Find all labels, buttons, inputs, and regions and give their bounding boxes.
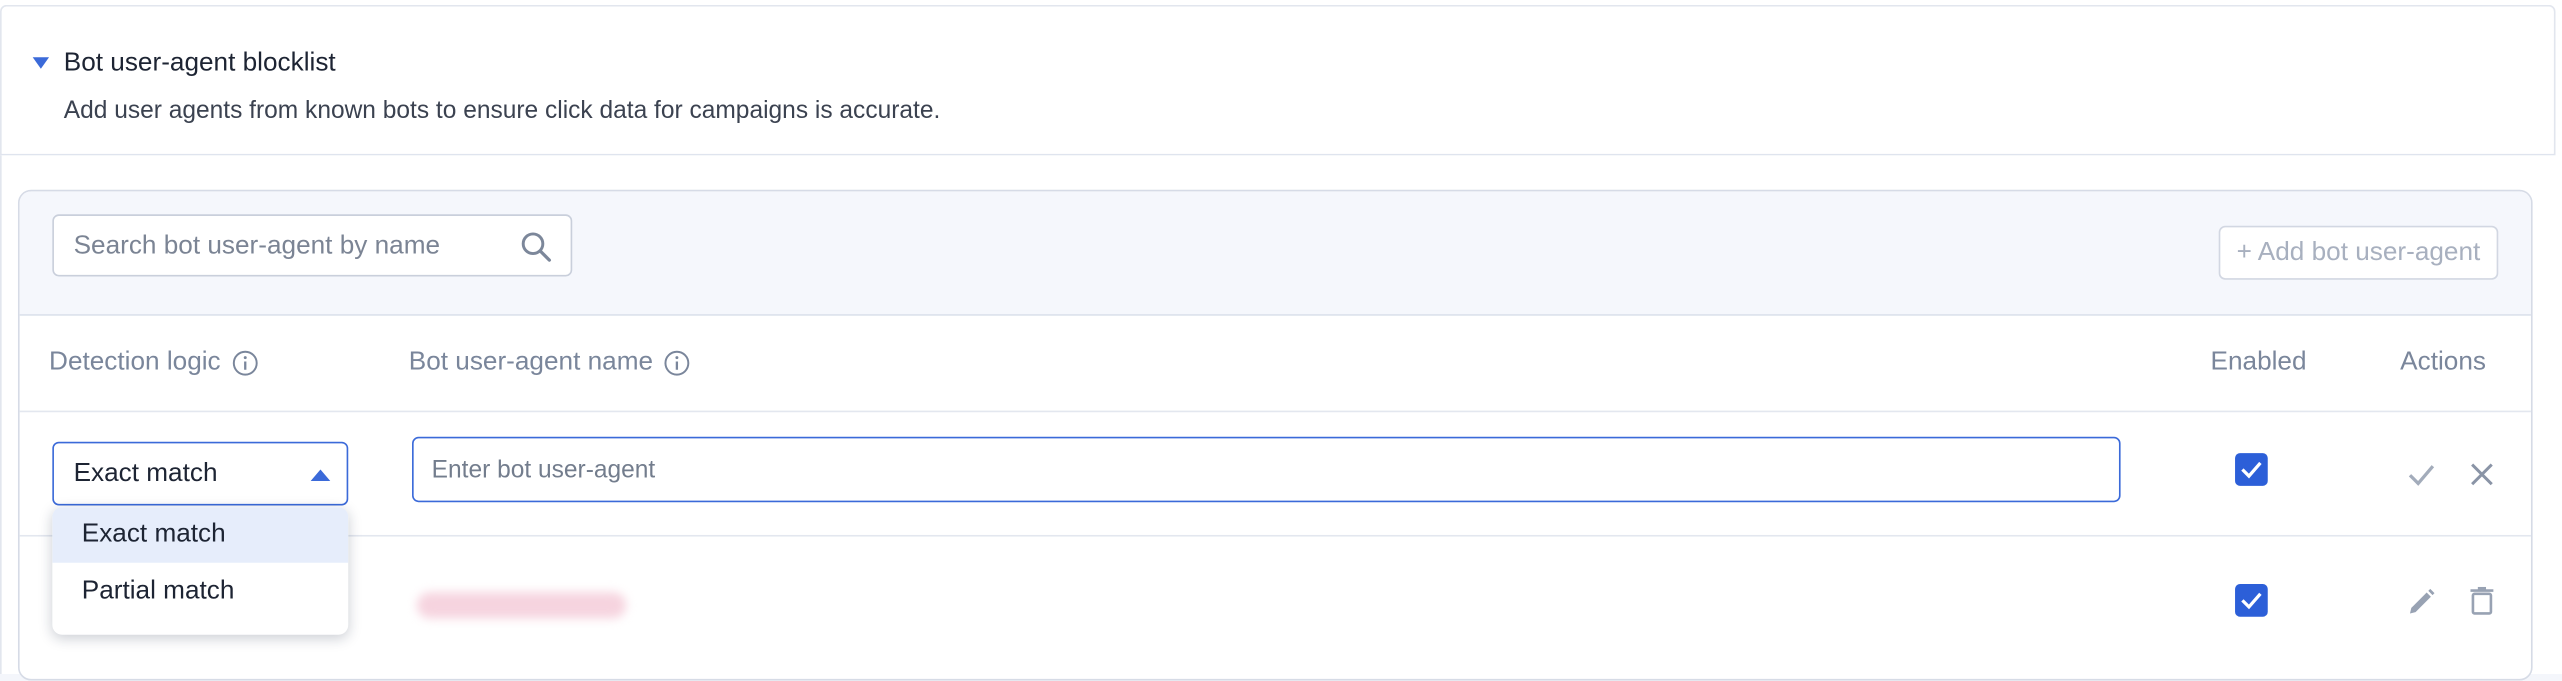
- column-header-actions: Actions: [2400, 348, 2486, 377]
- enabled-checkbox[interactable]: [2235, 453, 2268, 486]
- info-icon[interactable]: [232, 350, 258, 376]
- toolbar: + Add bot user-agent: [19, 191, 2531, 316]
- close-icon[interactable]: [2466, 458, 2499, 491]
- enabled-checkbox[interactable]: [2235, 584, 2268, 617]
- redacted-user-agent-name: [416, 592, 627, 619]
- detection-logic-value: Exact match: [73, 459, 218, 488]
- bot-blocklist-panel: Bot user-agent blocklist Add user agents…: [0, 0, 2562, 681]
- detection-logic-select[interactable]: Exact match: [52, 441, 349, 506]
- row-divider: [19, 534, 2531, 537]
- detection-logic-menu: Exact match Partial match: [52, 507, 349, 635]
- search-box[interactable]: [52, 214, 573, 277]
- search-input[interactable]: [70, 229, 511, 266]
- pencil-icon[interactable]: [2405, 586, 2438, 619]
- section-title[interactable]: Bot user-agent blocklist: [64, 49, 336, 78]
- check-mark-icon: [2241, 592, 2262, 610]
- trash-icon[interactable]: [2466, 584, 2499, 617]
- column-header-label: Detection logic: [49, 348, 221, 377]
- bot-user-agent-input[interactable]: [412, 436, 2121, 503]
- caret-down-icon[interactable]: [32, 57, 50, 69]
- section-description: Add user agents from known bots to ensur…: [63, 96, 941, 125]
- check-icon[interactable]: [2405, 458, 2438, 491]
- column-header-label: Bot user-agent name: [408, 348, 654, 377]
- info-icon[interactable]: [664, 350, 691, 376]
- column-header-bot-name: Bot user-agent name: [409, 348, 691, 377]
- caret-up-icon: [310, 469, 331, 481]
- search-icon[interactable]: [520, 231, 553, 264]
- menu-option-partial-match[interactable]: Partial match: [52, 564, 348, 620]
- check-mark-icon: [2241, 461, 2262, 479]
- column-header-detection-logic: Detection logic: [49, 348, 258, 377]
- column-header-enabled: Enabled: [2210, 348, 2307, 377]
- menu-option-exact-match[interactable]: Exact match: [52, 507, 349, 563]
- row-divider: [19, 410, 2531, 413]
- section-header: Bot user-agent blocklist Add user agents…: [0, 4, 2556, 156]
- blocklist-card: + Add bot user-agent Detection logic Bot…: [17, 189, 2533, 681]
- add-bot-user-agent-button[interactable]: + Add bot user-agent: [2218, 225, 2499, 280]
